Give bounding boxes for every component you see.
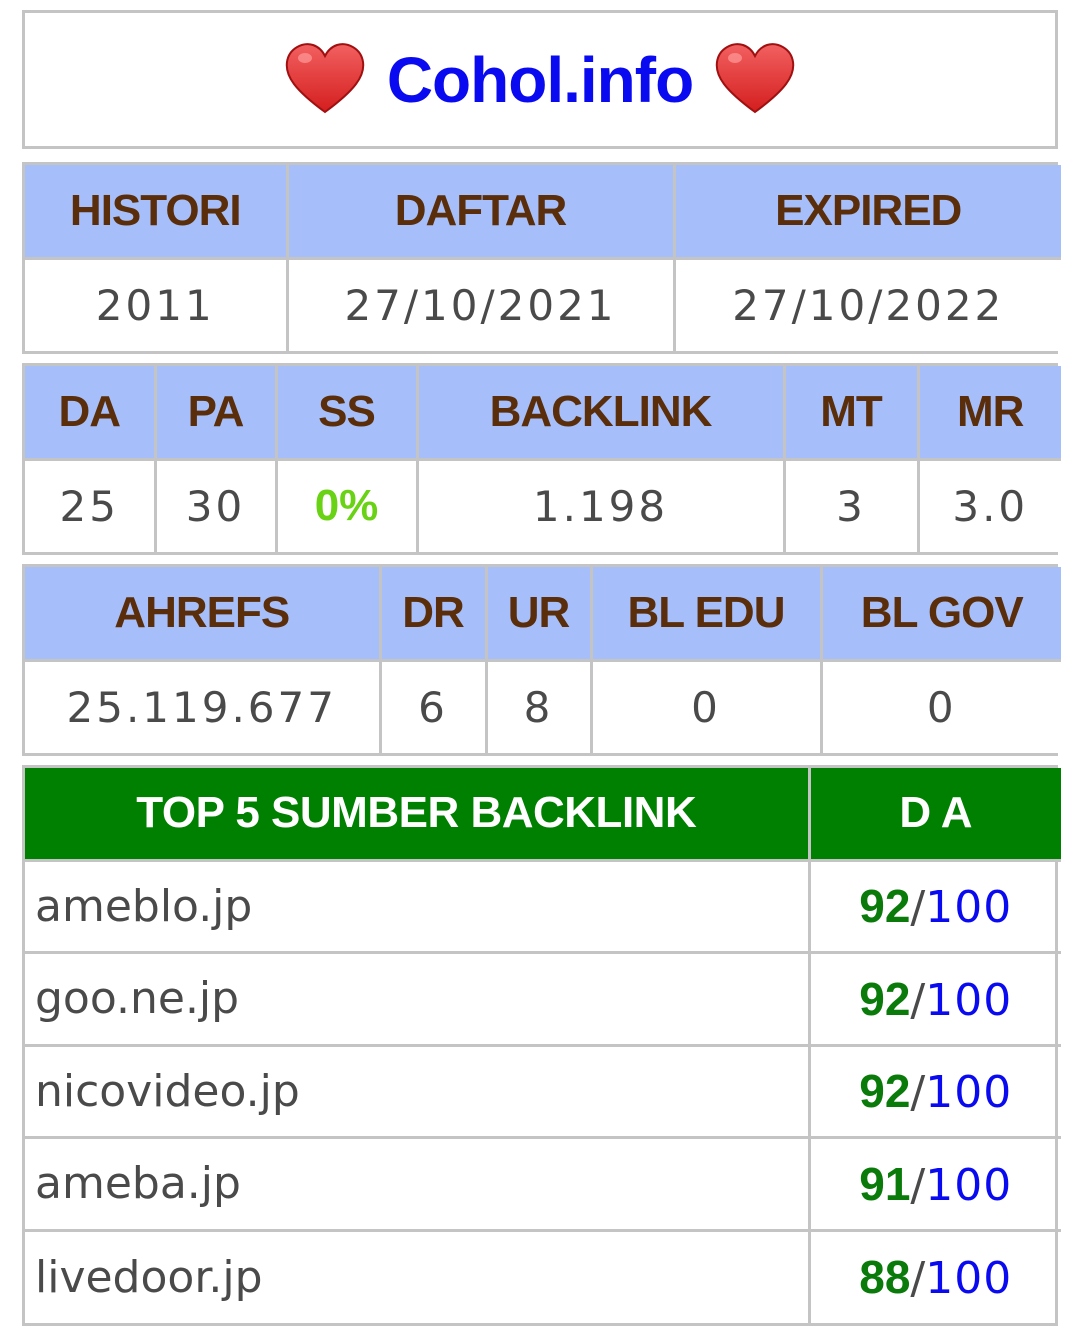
backlink-site: nicovideo.jp (23, 1043, 811, 1139)
daftar-value: 27/10/2021 (285, 256, 676, 353)
backlink-score: 92/100 (807, 1043, 1063, 1139)
backlink-header: BACKLINK (415, 364, 786, 461)
da-header: DA (23, 364, 157, 461)
backlink-site: livedoor.jp (23, 1228, 811, 1324)
score-max: 100 (925, 1159, 1013, 1211)
histori-value: 2011 (23, 256, 289, 353)
dates-value-row: 2011 27/10/2021 27/10/2022 (23, 256, 1063, 353)
expired-header: EXPIRED (672, 163, 1063, 260)
score-separator: / (910, 1253, 926, 1304)
bl-gov-header: BL GOV (819, 565, 1063, 662)
ahrefs-header-row: AHREFS DR UR BL EDU BL GOV (23, 565, 1063, 662)
score-max: 100 (925, 882, 1013, 934)
backlink-site: ameblo.jp (23, 858, 811, 954)
da-column-header: D A (807, 766, 1063, 862)
score-separator: / (910, 882, 926, 934)
top-backlinks-header-row: TOP 5 SUMBER BACKLINK D A (23, 766, 1063, 862)
moz-header-row: DA PA SS BACKLINK MT MR (23, 364, 1063, 461)
site-title-box: Cohol.info (22, 10, 1058, 149)
ahrefs-metrics-table: AHREFS DR UR BL EDU BL GOV 25.119.677 6 … (22, 564, 1063, 756)
backlink-score: 91/100 (807, 1136, 1063, 1232)
bl-gov-value: 0 (819, 658, 1063, 755)
top-backlinks-table: TOP 5 SUMBER BACKLINK D A ameblo.jp 92/1… (22, 765, 1063, 1326)
da-score: 88 (859, 1251, 911, 1303)
pa-value: 30 (153, 457, 278, 554)
bl-edu-value: 0 (589, 658, 823, 755)
bl-edu-header: BL EDU (589, 565, 823, 662)
backlink-score: 88/100 (807, 1228, 1063, 1324)
moz-value-row: 25 30 0% 1.198 3 3.0 (23, 457, 1063, 554)
dates-header-row: HISTORI DAFTAR EXPIRED (23, 163, 1063, 260)
ss-header: SS (274, 364, 419, 461)
backlink-site: goo.ne.jp (23, 951, 811, 1047)
table-row: livedoor.jp 88/100 (23, 1228, 1063, 1324)
mr-value: 3.0 (916, 457, 1063, 554)
histori-header: HISTORI (23, 163, 289, 260)
score-max: 100 (925, 1067, 1013, 1119)
pa-header: PA (153, 364, 278, 461)
backlink-score: 92/100 (807, 951, 1063, 1047)
heart-icon (715, 42, 795, 118)
site-title: Cohol.info (386, 43, 694, 116)
score-separator: / (910, 1159, 926, 1211)
dates-table: HISTORI DAFTAR EXPIRED 2011 27/10/2021 2… (22, 162, 1063, 354)
da-value: 25 (23, 457, 157, 554)
score-separator: / (910, 1067, 926, 1119)
dr-header: DR (378, 565, 488, 662)
table-row: ameblo.jp 92/100 (23, 858, 1063, 954)
da-score: 91 (859, 1157, 911, 1210)
da-score: 92 (859, 972, 911, 1025)
score-max: 100 (925, 1253, 1013, 1304)
ahrefs-value: 25.119.677 (23, 658, 382, 755)
score-max: 100 (925, 974, 1013, 1026)
ur-header: UR (484, 565, 593, 662)
backlink-value: 1.198 (415, 457, 786, 554)
mr-header: MR (916, 364, 1063, 461)
mt-value: 3 (782, 457, 920, 554)
source-header: TOP 5 SUMBER BACKLINK (23, 766, 811, 862)
ur-value: 8 (484, 658, 593, 755)
ss-value: 0% (274, 457, 419, 554)
table-row: nicovideo.jp 92/100 (23, 1043, 1063, 1139)
backlink-site: ameba.jp (23, 1136, 811, 1232)
heart-icon (285, 42, 365, 118)
table-row: ameba.jp 91/100 (23, 1136, 1063, 1232)
table-row: goo.ne.jp 92/100 (23, 951, 1063, 1047)
backlink-score: 92/100 (807, 858, 1063, 954)
ahrefs-header: AHREFS (23, 565, 382, 662)
score-separator: / (910, 974, 926, 1026)
moz-metrics-table: DA PA SS BACKLINK MT MR 25 30 0% 1.198 3… (22, 363, 1063, 555)
dr-value: 6 (378, 658, 488, 755)
daftar-header: DAFTAR (285, 163, 676, 260)
da-score: 92 (859, 880, 911, 933)
da-score: 92 (859, 1065, 911, 1118)
mt-header: MT (782, 364, 920, 461)
ahrefs-value-row: 25.119.677 6 8 0 0 (23, 658, 1063, 755)
expired-value: 27/10/2022 (672, 256, 1063, 353)
